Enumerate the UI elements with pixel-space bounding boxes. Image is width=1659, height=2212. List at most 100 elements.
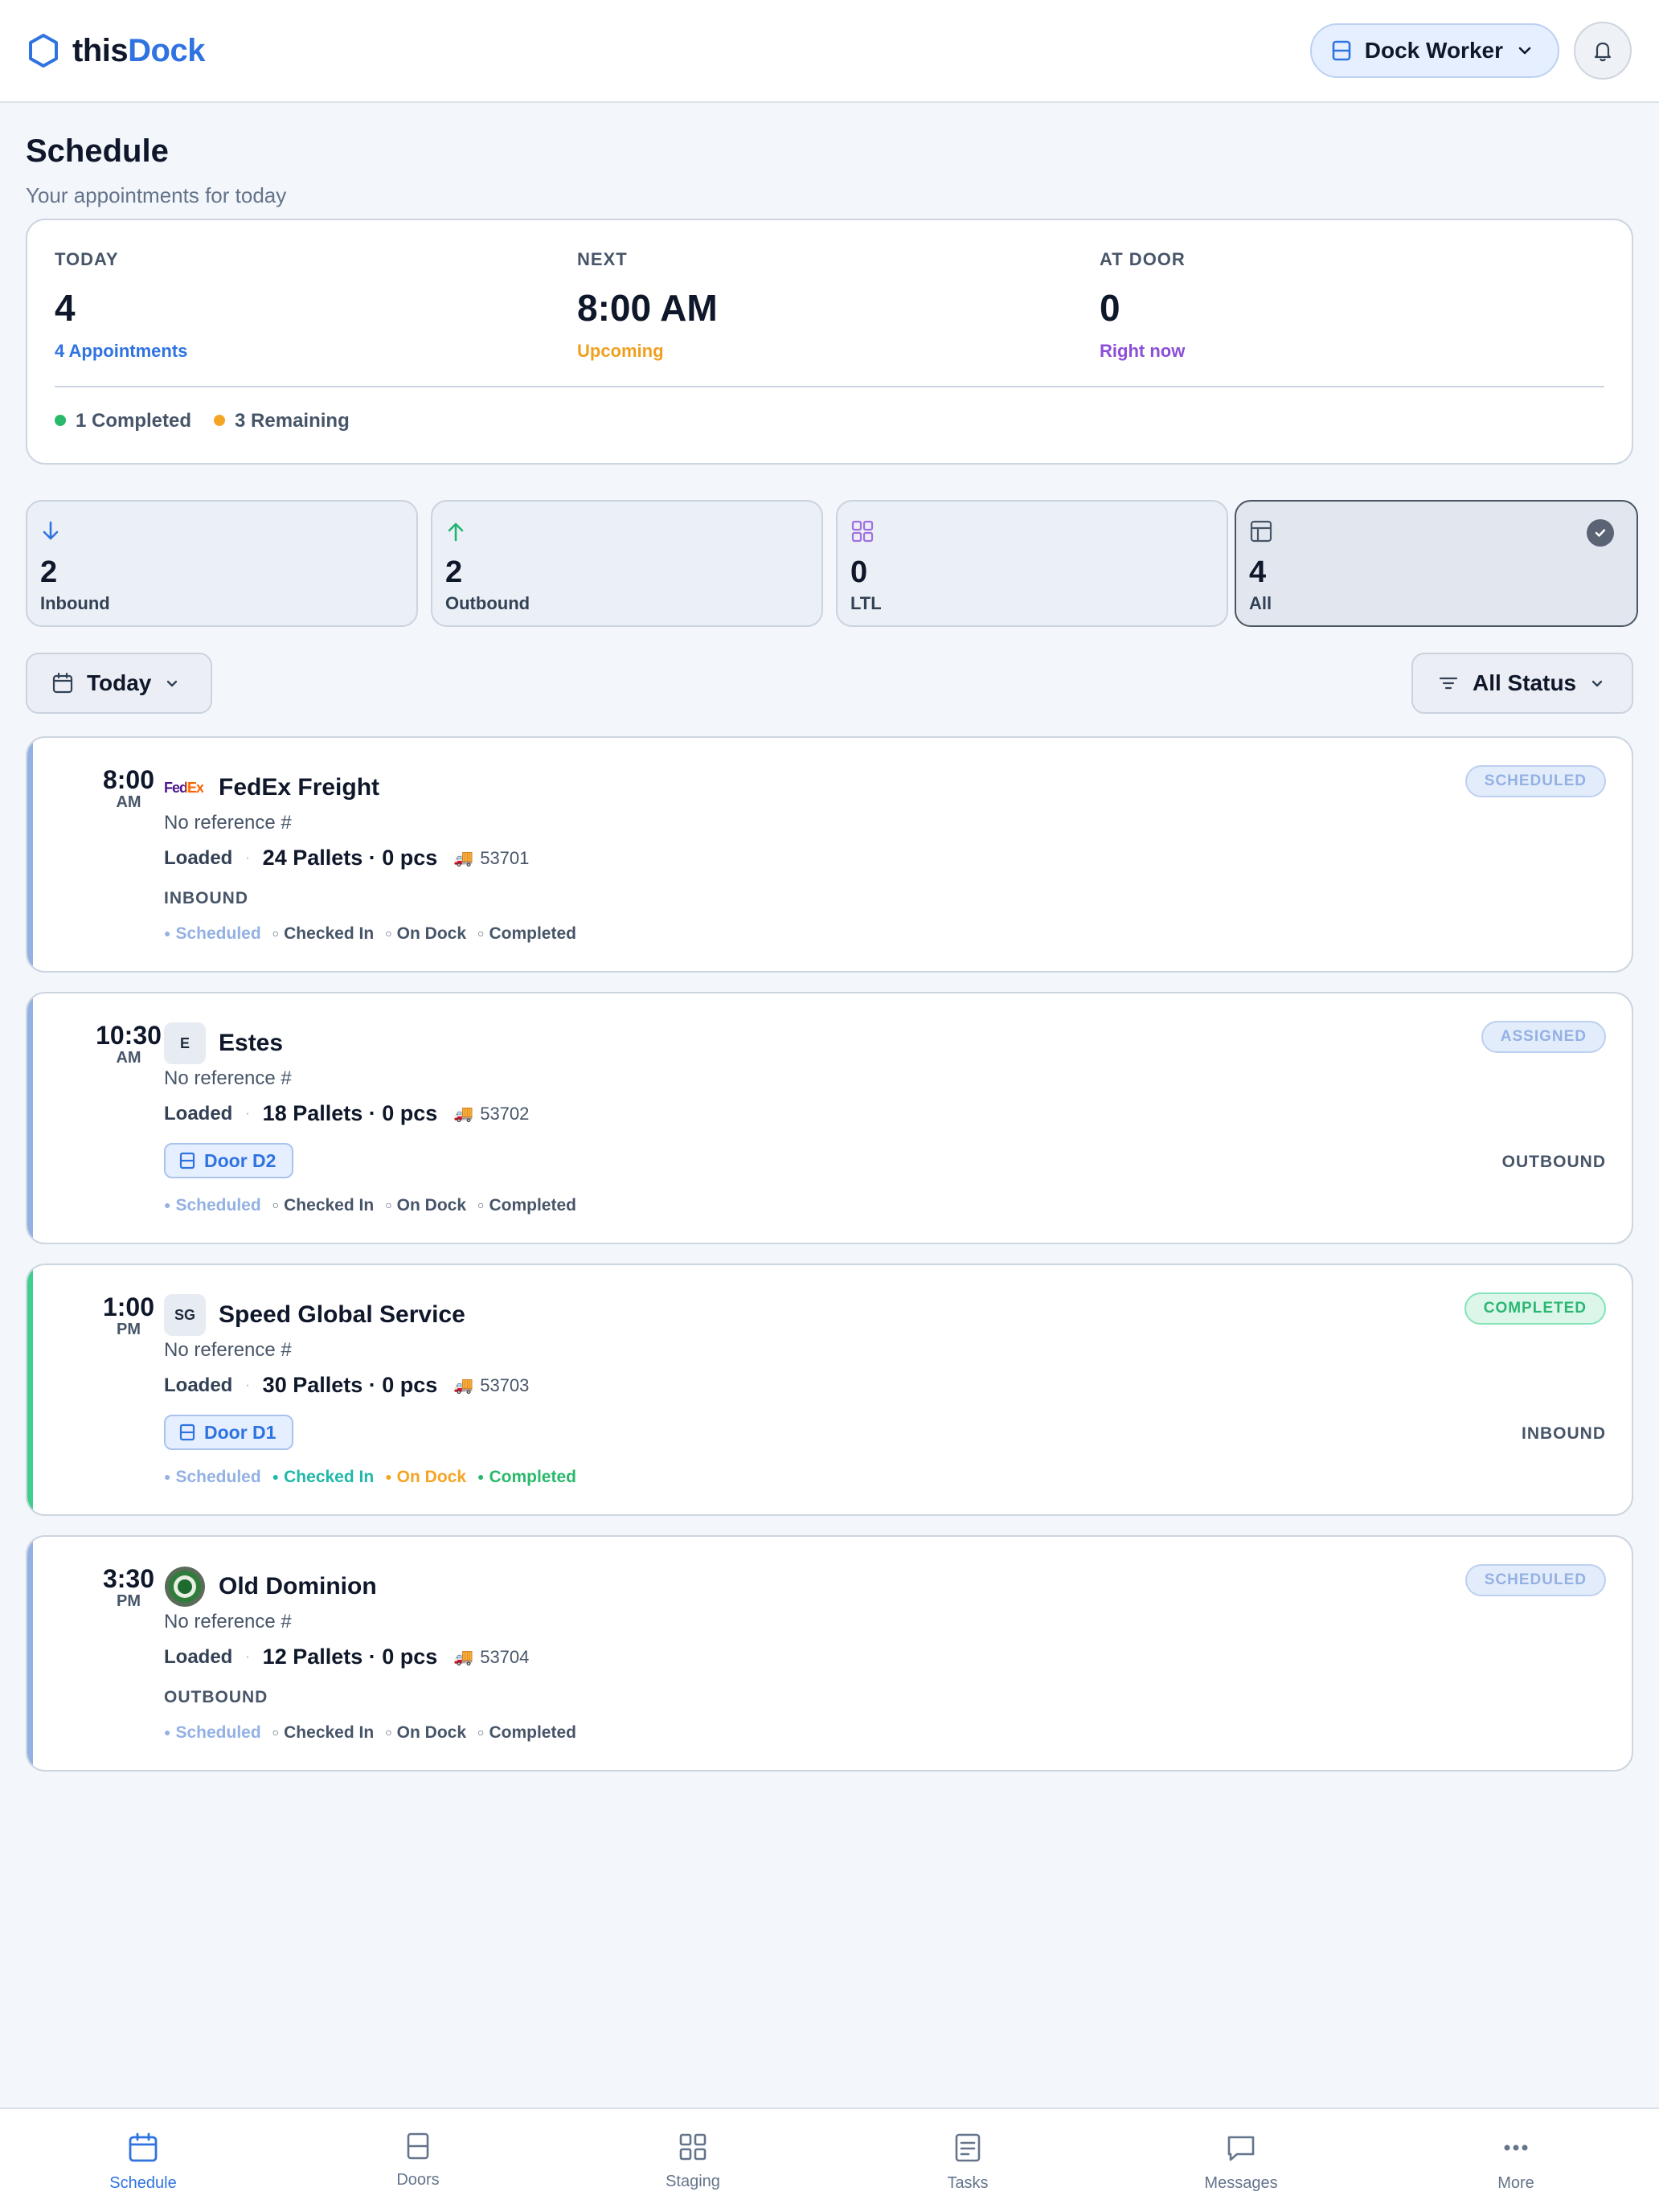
layout-icon [1250, 520, 1272, 543]
separator-dot: · [245, 1649, 250, 1664]
load-quantity: 30 Pallets · 0 pcs [262, 1373, 438, 1397]
filter-tile-label: Outbound [445, 593, 530, 613]
filter-tile-label: Inbound [40, 593, 110, 613]
nav-item-doors[interactable]: Doors [338, 2132, 498, 2189]
status-accent-bar [27, 1537, 33, 1770]
date-filter-label: Today [87, 670, 152, 695]
carrier-row: FedEx FedEx Freight [164, 767, 379, 809]
summary-next-sub: Upcoming [577, 341, 664, 361]
load-row: Loaded · 30 Pallets · 0 pcs 🚚 53703 [164, 1373, 529, 1398]
bottom-navigation: Schedule Doors Staging Tasks Messages Mo… [0, 2108, 1659, 2212]
status-badge: SCHEDULED [1464, 1564, 1606, 1596]
progress-step-completed: ○ Completed [477, 924, 576, 943]
progress-step-on-dock: ○ On Dock [385, 1196, 467, 1215]
carrier-row: SG Speed Global Service [164, 1294, 465, 1336]
more-dots-icon [1504, 2144, 1528, 2151]
calendar-icon [52, 672, 73, 694]
progress-step-on-dock: ○ On Dock [385, 924, 467, 943]
nav-item-messages[interactable]: Messages [1161, 2132, 1321, 2193]
status-badge: SCHEDULED [1464, 765, 1606, 797]
load-quantity: 24 Pallets · 0 pcs [262, 846, 438, 870]
chevron-down-icon [1591, 680, 1603, 687]
completed-count: 1 Completed [55, 410, 191, 432]
chevron-down-icon [167, 680, 178, 687]
carrier-logo: FedEx [164, 767, 206, 809]
nav-item-tasks[interactable]: Tasks [887, 2132, 1048, 2193]
app-logo[interactable]: thisDock [27, 33, 205, 69]
filter-tile-outbound[interactable]: 2 Outbound [431, 500, 823, 627]
appointment-card[interactable]: 10:30 AM E Estes No reference # Loaded ·… [26, 992, 1633, 1244]
load-quantity: 12 Pallets · 0 pcs [262, 1645, 438, 1669]
truck-icon: 🚚 [453, 1377, 474, 1395]
status-accent-bar [27, 738, 33, 971]
status-accent-bar [27, 993, 33, 1243]
summary-next-label: NEXT [577, 249, 628, 269]
door-badge[interactable]: Door D2 [164, 1143, 294, 1178]
load-status: Loaded [164, 1374, 233, 1396]
nav-label: Schedule [109, 2174, 177, 2192]
direction-label: OUTBOUND [1501, 1153, 1606, 1171]
page-title: Schedule [26, 133, 169, 169]
direction-label: INBOUND [1522, 1424, 1606, 1443]
reference-number: No reference # [164, 1339, 292, 1361]
appointment-card[interactable]: 8:00 AM FedEx FedEx Freight No reference… [26, 736, 1633, 973]
carrier-name: FedEx Freight [219, 774, 380, 801]
door-badge[interactable]: Door D1 [164, 1415, 294, 1450]
load-row: Loaded · 12 Pallets · 0 pcs 🚚 53704 [164, 1645, 529, 1669]
notifications-button[interactable] [1574, 22, 1632, 80]
arrow-up-icon [448, 522, 464, 542]
nav-label: Staging [666, 2173, 720, 2190]
status-badge: COMPLETED [1464, 1292, 1606, 1325]
filter-tile-label: All [1249, 593, 1272, 613]
bell-icon [1594, 42, 1612, 62]
load-row: Loaded · 18 Pallets · 0 pcs 🚚 53702 [164, 1101, 529, 1126]
carrier-logo: E [164, 1022, 206, 1064]
appointment-card[interactable]: 3:30 PM Old Dominion No reference # Load… [26, 1535, 1633, 1772]
summary-today: TODAY 4 4 Appointments [55, 249, 187, 362]
trailer-number: 53702 [480, 1103, 530, 1124]
remaining-count-label: 3 Remaining [235, 410, 350, 432]
door-icon [179, 1152, 195, 1169]
appointment-card[interactable]: 1:00 PM SG Speed Global Service No refer… [26, 1264, 1633, 1516]
logo-text-dock: Dock [128, 32, 205, 68]
nav-item-more[interactable]: More [1436, 2132, 1596, 2193]
truck-icon: 🚚 [453, 1105, 474, 1123]
truck-icon: 🚚 [453, 1649, 474, 1666]
status-progress: ● Scheduled ● Checked In ● On Dock ● Complet… [164, 1468, 576, 1487]
nav-label: Tasks [947, 2174, 989, 2192]
fedex-logo: FedEx [164, 779, 204, 796]
carrier-name: Speed Global Service [219, 1301, 465, 1328]
nav-item-staging[interactable]: Staging [612, 2132, 773, 2191]
status-progress: ● Scheduled ○ Checked In ○ On Dock ○ Complet… [164, 1723, 576, 1743]
filter-tile-all[interactable]: 4 All [1235, 500, 1638, 627]
separator-dot: · [245, 1378, 250, 1392]
status-filter-label: All Status [1473, 670, 1577, 695]
filter-tile-count: 0 [850, 555, 868, 589]
summary-at-door: AT DOOR 0 Right now [1100, 249, 1186, 362]
nav-label: Doors [396, 2171, 440, 2189]
progress-step-completed: ○ Completed [477, 1196, 576, 1215]
nav-item-schedule[interactable]: Schedule [63, 2132, 223, 2193]
filter-tile-count: 2 [40, 555, 58, 589]
filter-tile-ltl[interactable]: 0 LTL [836, 500, 1228, 627]
load-status: Loaded [164, 1645, 233, 1668]
calendar-icon [129, 2132, 158, 2162]
filter-tile-count: 2 [445, 555, 463, 589]
status-filter-dropdown[interactable]: All Status [1411, 653, 1633, 714]
progress-step-checked-in: ○ Checked In [272, 1723, 375, 1742]
status-badge: ASSIGNED [1481, 1021, 1606, 1053]
filter-icon [1439, 677, 1458, 690]
door-icon [179, 1423, 195, 1441]
progress-step-on-dock: ● On Dock [385, 1468, 467, 1486]
page-subtitle: Your appointments for today [26, 183, 287, 207]
role-switcher-button[interactable]: Dock Worker [1309, 23, 1559, 78]
separator-dot: · [245, 1106, 250, 1120]
date-filter-dropdown[interactable]: Today [26, 653, 212, 714]
progress-step-scheduled: ● Scheduled [164, 1468, 261, 1486]
summary-today-label: TODAY [55, 249, 119, 269]
load-status: Loaded [164, 846, 233, 869]
status-progress: ● Scheduled ○ Checked In ○ On Dock ○ Complet… [164, 1196, 576, 1215]
hexagon-logo-icon [29, 34, 58, 68]
progress-step-scheduled: ● Scheduled [164, 1196, 261, 1215]
filter-tile-inbound[interactable]: 2 Inbound [26, 500, 418, 627]
